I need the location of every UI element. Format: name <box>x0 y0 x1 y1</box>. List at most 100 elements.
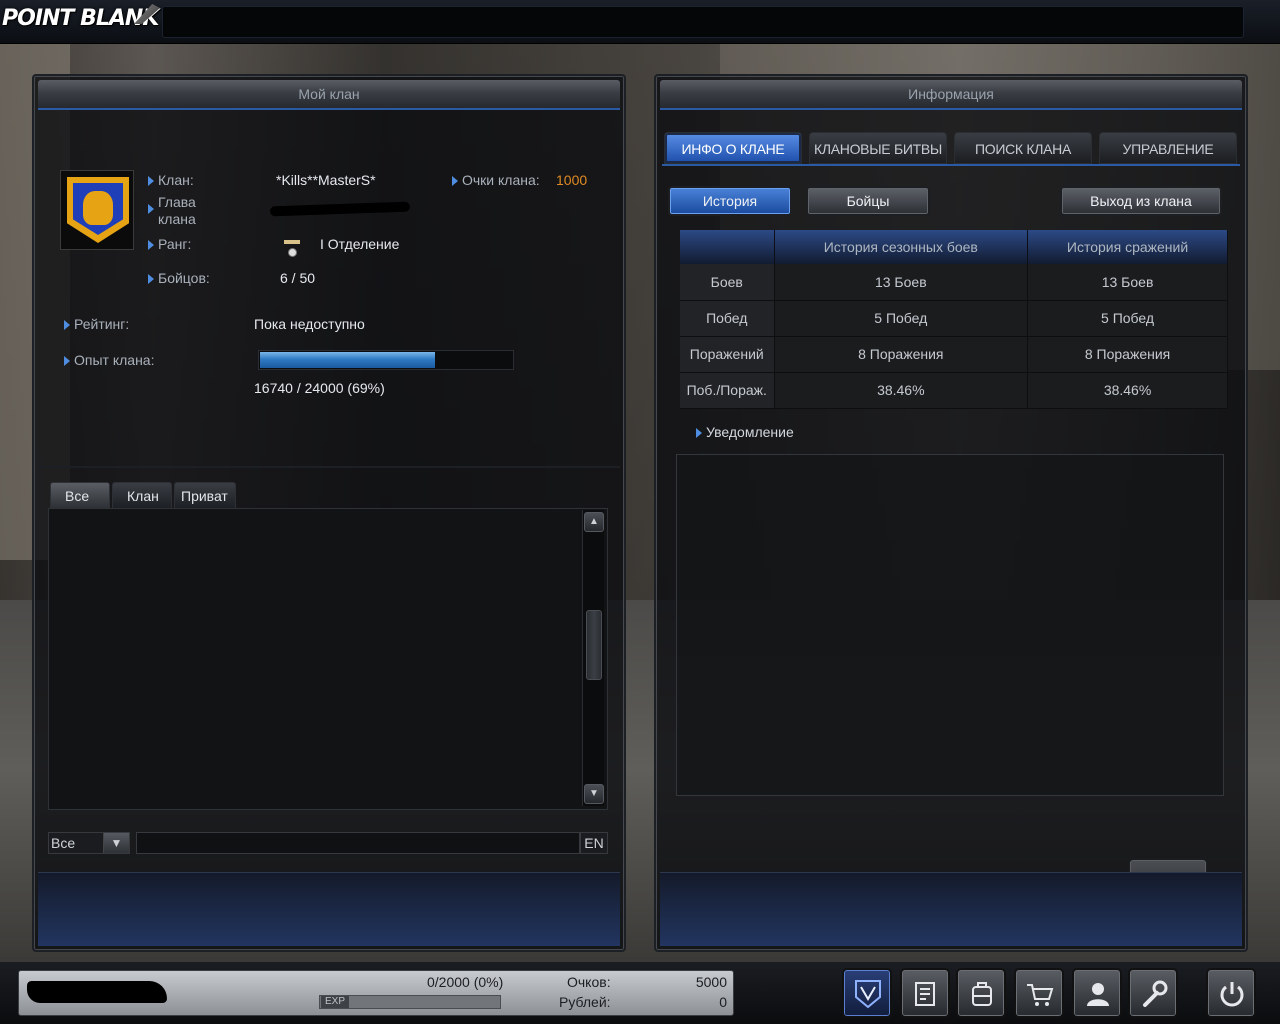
table-cell: Боев <box>680 264 775 301</box>
table-row: Поб./Пораж. 38.46% 38.46% <box>680 372 1228 409</box>
bullet-icon <box>148 176 154 186</box>
bullet-icon <box>64 320 70 330</box>
table-cell: 13 Боев <box>774 264 1029 301</box>
panel-title: Мой клан <box>38 80 620 110</box>
table-cell: 5 Побед <box>774 300 1029 337</box>
clan-fighters-row: Бойцов: <box>148 270 210 287</box>
bullet-icon <box>148 204 154 214</box>
game-logo: POINT BLANK <box>2 6 159 31</box>
table-cell: Побед <box>680 300 775 337</box>
backpack-icon <box>972 982 992 1006</box>
table-header: История сражений <box>1027 230 1228 264</box>
clan-emblem-figure-icon <box>83 191 113 225</box>
battle-stats-table: История сезонных боев История сражений Б… <box>680 230 1228 409</box>
clan-fighters-value: 6 / 50 <box>280 270 316 286</box>
bullet-icon <box>148 274 154 284</box>
table-cell: 8 Поражения <box>774 336 1029 373</box>
player-exp-bar: EXP <box>319 995 501 1009</box>
settings-button[interactable] <box>1128 968 1178 1018</box>
rubles-value: 0 <box>719 994 727 1010</box>
table-cell: 38.46% <box>1027 372 1228 409</box>
clan-exp-bar-fill <box>260 352 436 368</box>
chat-channel-value: Все <box>51 835 76 851</box>
scroll-down-icon[interactable]: ▼ <box>584 784 604 804</box>
points-value: 5000 <box>695 974 727 990</box>
clan-icon <box>855 980 881 1009</box>
clan-rank-row: Ранг: <box>148 236 191 253</box>
player-status: 0/2000 (0%) EXP Очков: 5000 Рублей: 0 <box>18 970 734 1016</box>
bullet-icon <box>696 428 702 438</box>
settings-wrench-icon <box>1143 980 1168 1007</box>
language-indicator: EN <box>580 832 608 854</box>
clan-button[interactable] <box>842 968 892 1018</box>
table-header-row: История сезонных боев История сражений <box>680 230 1228 264</box>
panel-footer <box>38 872 620 946</box>
clan-rating-value: Пока недоступно <box>254 316 365 332</box>
notes-button[interactable] <box>900 968 950 1018</box>
notes-icon <box>915 982 935 1006</box>
chat-input[interactable] <box>136 832 580 854</box>
table-cell: Поб./Пораж. <box>680 372 775 409</box>
bullet-icon <box>64 356 70 366</box>
rank-icon <box>284 240 300 258</box>
tab-clan-search[interactable]: ПОИСК КЛАНА <box>954 132 1092 164</box>
fighters-button[interactable]: Бойцы <box>806 186 930 216</box>
table-cell: 8 Поражения <box>1027 336 1228 373</box>
info-tabs: ИНФО О КЛАНЕ КЛАНОВЫЕ БИТВЫ ПОИСК КЛАНА … <box>664 132 1244 164</box>
chat-tab-clan[interactable]: Клан <box>112 482 172 508</box>
history-button[interactable]: История <box>668 186 792 216</box>
table-cell: 13 Боев <box>1027 264 1228 301</box>
chat-log[interactable] <box>48 508 608 810</box>
clan-leader-row: Глава клана <box>148 194 208 228</box>
panel-title: Информация <box>660 80 1242 110</box>
my-clan-panel: Мой клан Клан: *Kills**MasterS* Очки кла… <box>32 74 626 952</box>
table-cell: 5 Побед <box>1027 300 1228 337</box>
table-row: Поражений 8 Поражения 8 Поражения <box>680 336 1228 373</box>
notification-label: Уведомление <box>696 424 794 441</box>
chat-channel-select[interactable]: Все ▼ <box>48 832 130 854</box>
clan-name: *Kills**MasterS* <box>276 172 376 188</box>
bullet-icon <box>148 240 154 250</box>
clan-rank-value: I Отделение <box>320 236 400 252</box>
divider <box>38 466 620 468</box>
chat-tab-private[interactable]: Приват <box>174 482 236 508</box>
chevron-down-icon[interactable]: ▼ <box>103 833 129 853</box>
quit-button[interactable] <box>1206 968 1256 1018</box>
chat-tabs: Все Клан Приват <box>50 482 238 508</box>
clan-exp-text: 16740 / 24000 (69%) <box>254 380 385 396</box>
table-cell: Поражений <box>680 336 775 373</box>
exp-tag: EXP <box>321 996 349 1008</box>
chat-scrollbar[interactable]: ▲ ▼ <box>582 510 604 806</box>
table-header: История сезонных боев <box>774 230 1029 264</box>
table-cell: 38.46% <box>774 372 1029 409</box>
table-row: Боев 13 Боев 13 Боев <box>680 264 1228 301</box>
clan-points-value: 1000 <box>556 172 588 188</box>
panel-footer <box>660 872 1242 946</box>
scroll-thumb[interactable] <box>586 610 602 680</box>
clan-emblem <box>60 170 134 250</box>
shop-button[interactable] <box>1014 968 1064 1018</box>
player-exp-text: 0/2000 (0%) <box>427 974 504 990</box>
clan-points-row: Очки клана: <box>452 172 540 189</box>
notification-box[interactable] <box>676 454 1224 796</box>
shop-cart-icon <box>1027 984 1054 1006</box>
tab-management[interactable]: УПРАВЛЕНИЕ <box>1099 132 1237 164</box>
community-button[interactable] <box>1072 968 1122 1018</box>
points-label: Очков: <box>567 974 611 990</box>
leader-name-redacted <box>269 201 411 217</box>
tab-clan-battles[interactable]: КЛАНОВЫЕ БИТВЫ <box>809 132 947 164</box>
information-panel: Информация ИНФО О КЛАНЕ КЛАНОВЫЕ БИТВЫ П… <box>654 74 1248 952</box>
inventory-button[interactable] <box>956 968 1006 1018</box>
clan-rating-row: Рейтинг: <box>64 316 129 333</box>
table-header <box>680 230 775 264</box>
scroll-up-icon[interactable]: ▲ <box>584 512 604 532</box>
chat-tab-all[interactable]: Все <box>50 482 110 508</box>
tab-clan-info[interactable]: ИНФО О КЛАНЕ <box>664 132 802 164</box>
power-icon <box>1220 982 1244 1007</box>
player-name-redacted <box>27 981 167 1003</box>
leave-clan-button[interactable]: Выход из клана <box>1060 186 1222 216</box>
notice-bar <box>162 6 1244 38</box>
clan-name-row: Клан: <box>148 172 194 189</box>
clan-exp-row: Опыт клана: <box>64 352 154 369</box>
rubles-label: Рублей: <box>559 994 611 1010</box>
